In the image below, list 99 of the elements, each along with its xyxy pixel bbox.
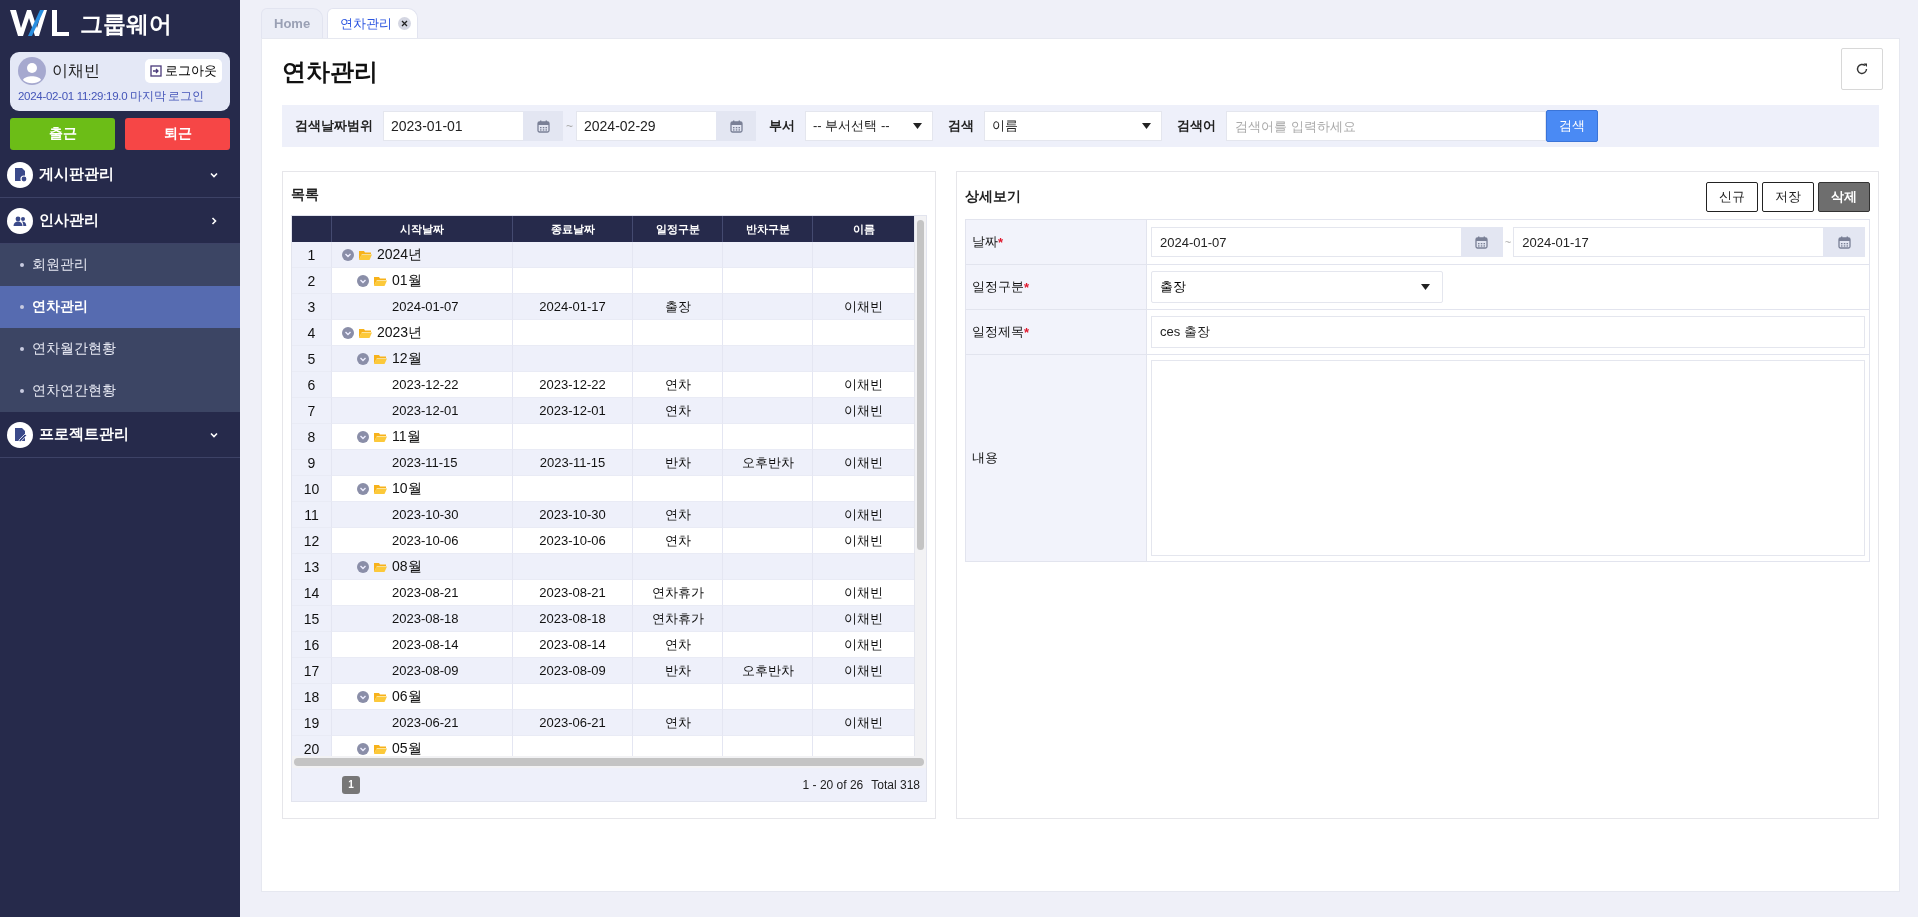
row-number: 10 [292,476,331,502]
title-field[interactable]: ces 출장 [1151,316,1865,348]
page-button[interactable]: 1 [342,775,360,794]
tree-label: 12월 [392,349,422,368]
document-gear-icon [7,161,33,188]
panel-title: 상세보기 [965,188,1021,206]
field-label: 날짜* [966,220,1147,264]
field-label: 일정제목* [966,310,1147,354]
tab[interactable]: 연차관리 [327,8,419,38]
folder-icon [374,483,387,494]
field-label: 부서 [769,117,795,135]
submenu-item[interactable]: 회원관리 [0,244,240,286]
horizontal-scrollbar[interactable] [292,756,926,768]
collapse-toggle-icon[interactable] [357,690,369,703]
collapse-toggle-icon[interactable] [357,352,369,365]
collapse-toggle-icon[interactable] [357,482,369,495]
folder-icon [359,327,372,338]
caret-icon [1142,123,1151,129]
type-select[interactable]: 출장 [1151,271,1443,303]
collapse-toggle-icon[interactable] [357,742,369,755]
people-icon [7,207,33,234]
page-title: 연차관리 [282,57,378,87]
search-field[interactable]: 검색어를 입력하세요 [1226,111,1546,141]
app-name: 그룹웨어 [80,9,172,39]
tree-label: 06월 [392,687,422,706]
date-field[interactable]: 2024-01-17 [1513,227,1823,257]
content-field[interactable] [1151,360,1865,556]
delete-button[interactable]: 삭제 [1818,182,1870,212]
date-field[interactable]: 2024-02-29 [576,111,716,141]
page-summary: 1 - 20 of 26 [802,777,864,792]
tree-label: 2024년 [377,245,423,264]
row-number: 14 [292,580,331,606]
search-type-select[interactable]: 이름 [984,111,1162,141]
collapse-toggle-icon[interactable] [357,430,369,443]
user-name: 이채빈 [52,60,101,81]
calendar-icon [1837,235,1851,249]
field-label: 검색 [948,117,974,135]
tree-label: 05월 [392,739,422,756]
collapse-toggle-icon[interactable] [342,326,354,339]
tree-label: 10월 [392,479,422,498]
calendar-button[interactable] [1823,227,1865,257]
folder-icon [374,561,387,572]
tree-label: 01월 [392,271,422,290]
logout-button[interactable]: 로그아웃 [145,59,222,83]
panel-title: 목록 [291,186,320,204]
check-out-button[interactable]: 퇴근 [125,118,230,150]
document-pencil-icon [7,421,33,448]
range-separator: ~ [566,119,573,133]
new-button[interactable]: 신규 [1706,182,1758,212]
date-field[interactable]: 2024-01-07 [1151,227,1461,257]
folder-icon [374,691,387,702]
row-number: 2 [292,268,331,294]
folder-icon [374,275,387,286]
collapse-toggle-icon[interactable] [342,248,354,261]
refresh-button[interactable] [1841,48,1883,90]
submenu-item[interactable]: 연차월간현황 [0,328,240,370]
caret-icon [913,123,922,129]
submenu-item[interactable]: 연차연간현황 [0,370,240,412]
field-label: 검색어 [1177,117,1216,135]
calendar-button[interactable] [716,111,756,141]
field-label: 일정구분* [966,265,1147,309]
date-field[interactable]: 2023-01-01 [383,111,523,141]
calendar-icon [536,119,550,133]
folder-icon [374,431,387,442]
logout-icon [150,65,162,77]
menu-item[interactable]: 프로젝트관리 [0,412,240,458]
row-number: 20 [292,736,331,756]
folder-icon [359,249,372,260]
folder-icon [374,743,387,754]
folder-icon [374,353,387,364]
tree-label: 08월 [392,557,422,576]
calendar-button[interactable] [1460,227,1503,257]
row-number: 4 [292,320,331,346]
calendar-button[interactable] [523,111,563,141]
range-separator: ~ [1504,236,1512,248]
vertical-scrollbar[interactable] [914,216,926,756]
department-select[interactable]: -- 부서선택 -- [805,111,933,141]
field-label: 내용 [966,355,1147,561]
calendar-icon [1475,235,1489,249]
row-number: 12 [292,528,331,554]
close-icon[interactable] [398,17,412,30]
calendar-icon [729,119,743,133]
menu-item[interactable]: 게시판관리 [0,152,240,198]
row-number: 18 [292,684,331,710]
avatar-icon [18,57,46,85]
caret-icon [1421,284,1430,290]
submenu-item[interactable]: 연차관리 [0,286,240,328]
collapse-toggle-icon[interactable] [357,274,369,287]
row-number: 16 [292,632,331,658]
last-login: 2024-02-01 11:29:19.0 마지막 로그인 [18,89,204,104]
row-number: 8 [292,424,331,450]
row-number: 6 [292,372,331,398]
tree-label: 2023년 [377,323,423,342]
tree-label: 11월 [392,427,421,446]
field-label: 검색날짜범위 [295,117,373,135]
total-count: Total 318 [871,777,920,792]
refresh-icon [1855,62,1869,76]
collapse-toggle-icon[interactable] [357,560,369,573]
save-button[interactable]: 저장 [1762,182,1814,212]
